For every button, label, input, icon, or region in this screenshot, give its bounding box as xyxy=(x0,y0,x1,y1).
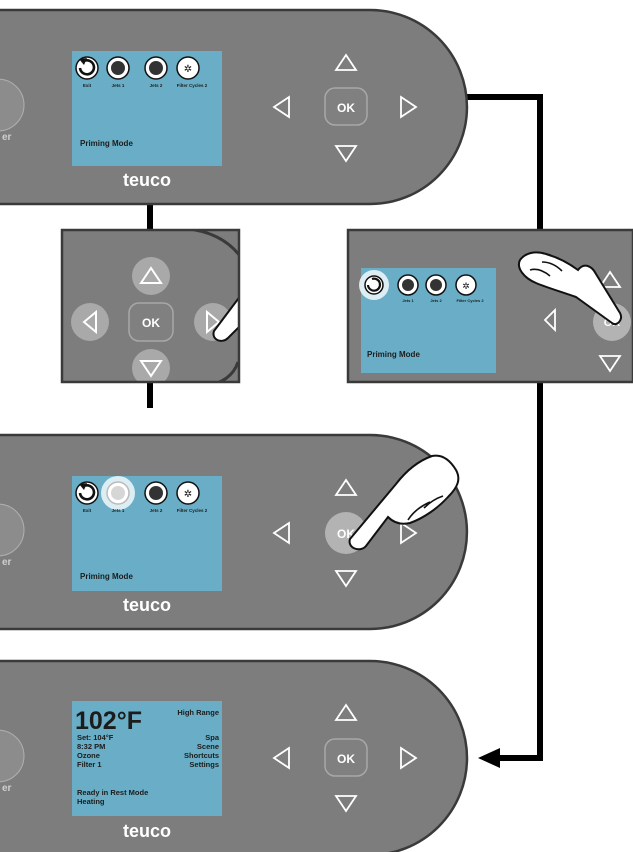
filter-status: Filter 1 xyxy=(77,760,102,769)
connector-right-to-bottom xyxy=(498,380,543,761)
icon-label-jets-2: Jets 2 xyxy=(430,298,442,303)
side-label: er xyxy=(2,557,12,568)
temperature: 102°F xyxy=(75,707,142,735)
icon-label-exit: Exit xyxy=(83,83,92,88)
range-label: High Range xyxy=(177,708,219,717)
ozone-status: Ozone xyxy=(77,751,100,760)
step-detail-box: ✲ Jets 1 Jets 2 Filter Cycles 2 Priming … xyxy=(346,228,633,396)
panel-body xyxy=(0,659,469,852)
control-panel-top: er ✲ Exit Jets 1 Jets 2 Filter Cycles 2 … xyxy=(0,8,469,206)
left-button[interactable] xyxy=(71,303,109,341)
brand-logo: teuco xyxy=(407,377,452,396)
status-mode: Ready in Rest Mode xyxy=(77,788,148,797)
ok-label: OK xyxy=(337,752,355,766)
menu-settings[interactable]: Settings xyxy=(189,760,219,769)
status-heating: Heating xyxy=(77,797,105,806)
set-temperature: Set: 104°F xyxy=(77,733,114,742)
ok-label: OK xyxy=(337,101,355,115)
jets-icon-core xyxy=(149,61,163,75)
ok-label: OK xyxy=(142,316,160,330)
brand-logo: teuco xyxy=(123,170,171,190)
mode-label: Priming Mode xyxy=(80,572,133,581)
fan-glyph: ✲ xyxy=(184,64,192,75)
side-label: er xyxy=(2,783,12,794)
panel-body xyxy=(0,8,469,206)
icon-label-jets-2: Jets 2 xyxy=(150,508,163,513)
clock: 8:32 PM xyxy=(77,742,105,751)
mode-label: Priming Mode xyxy=(80,139,133,148)
jets-icon-core xyxy=(111,61,125,75)
priming-mode-diagram: er ✲ Exit Jets 1 Jets 2 Filter Cycles 2 … xyxy=(0,8,633,852)
icon-label-exit: Exit xyxy=(83,508,92,513)
icon-label-jets-1: Jets 1 xyxy=(112,83,125,88)
arrow-head-icon xyxy=(478,748,500,768)
connector-top-to-right xyxy=(464,94,543,232)
icon-label-jets-1: Jets 1 xyxy=(402,298,414,303)
icon-label-filter: Filter Cycles 2 xyxy=(177,508,208,513)
icon-label-jets-2: Jets 2 xyxy=(150,83,163,88)
brand-logo: teuco xyxy=(123,821,171,841)
side-label: er xyxy=(2,132,12,143)
svg-text:✲: ✲ xyxy=(184,489,192,500)
menu-spa[interactable]: Spa xyxy=(205,733,220,742)
icon-label-filter: Filter Cycles 2 xyxy=(456,298,484,303)
mode-label: Priming Mode xyxy=(367,350,420,359)
menu-scene[interactable]: Scene xyxy=(197,742,219,751)
control-panel-bottom: er 102°F High Range Set: 104°F 8:32 PM O… xyxy=(0,659,469,852)
svg-text:✲: ✲ xyxy=(462,281,470,291)
up-button[interactable] xyxy=(132,257,170,295)
brand-logo: teuco xyxy=(123,595,171,615)
zoom-detail-box: OK xyxy=(60,228,241,384)
panel-body xyxy=(0,433,469,631)
menu-shortcuts[interactable]: Shortcuts xyxy=(184,751,219,760)
control-panel-middle: er ✲ Exit Jets 1 Jets 2 Filter Cycles 2 … xyxy=(0,433,469,631)
icon-label-jets-1: Jets 1 xyxy=(112,508,125,513)
icon-label-filter: Filter Cycles 2 xyxy=(177,83,208,88)
